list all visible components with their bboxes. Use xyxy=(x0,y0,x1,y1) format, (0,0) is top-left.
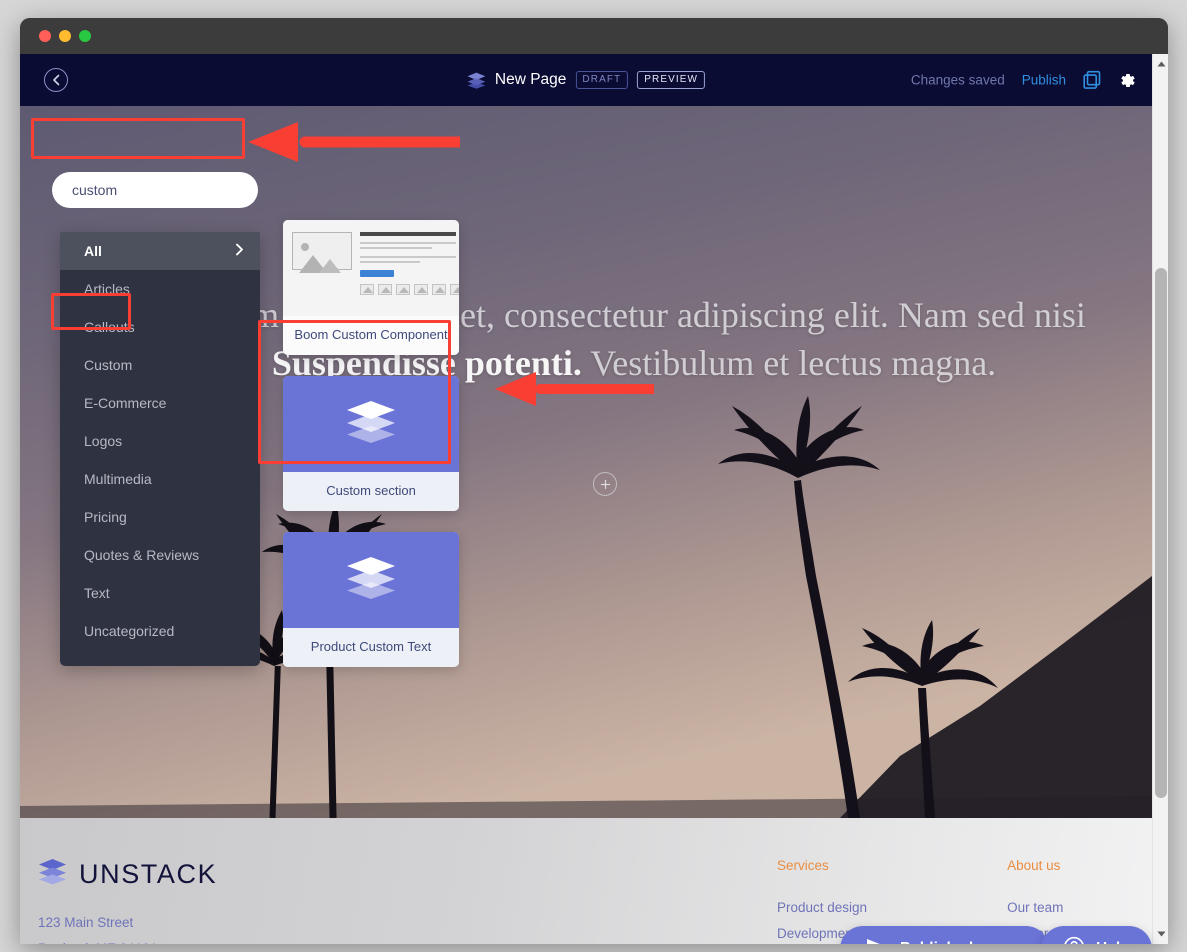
component-card-custom-section[interactable]: Custom section xyxy=(283,376,459,511)
sidebar-item-pricing[interactable]: Pricing xyxy=(60,498,260,536)
layers-icon xyxy=(38,858,67,890)
hero-text-part-3: Vestibulum et lectus magna. xyxy=(581,343,997,383)
wireframe-thumb xyxy=(378,284,392,295)
footer-column-heading: Services xyxy=(777,858,829,873)
wireframe-thumb xyxy=(360,284,374,295)
sidebar-item-callouts[interactable]: Callouts xyxy=(60,308,260,346)
sidebar-item-uncategorized[interactable]: Uncategorized xyxy=(60,612,260,650)
editor-topbar: New Page DRAFT PREVIEW Changes saved Pub… xyxy=(20,54,1152,106)
wireframe-thumb xyxy=(396,284,410,295)
help-button[interactable]: Help xyxy=(1041,926,1152,944)
topbar-actions: Changes saved Publish xyxy=(910,70,1136,90)
plus-icon xyxy=(600,479,610,489)
sidebar-item-ecommerce[interactable]: E-Commerce xyxy=(60,384,260,422)
page-title-group: New Page DRAFT PREVIEW xyxy=(467,71,706,89)
category-label: Custom xyxy=(84,357,133,373)
component-card-list: Boom Custom Component Custom section Pro… xyxy=(283,220,459,688)
category-label: Uncategorized xyxy=(84,623,175,639)
wireframe-button xyxy=(360,270,394,277)
wireframe-text-line xyxy=(360,261,420,263)
browser-window: New Page DRAFT PREVIEW Changes saved Pub… xyxy=(20,18,1168,944)
wireframe-thumb xyxy=(450,284,459,295)
category-label: Multimedia xyxy=(84,471,152,487)
page-title: New Page xyxy=(494,71,567,88)
sidebar-item-quotes-reviews[interactable]: Quotes & Reviews xyxy=(60,536,260,574)
preview-badge[interactable]: PREVIEW xyxy=(637,71,706,89)
wireframe-sun xyxy=(301,243,309,251)
publish-changes-label: Publish changes xyxy=(900,940,1023,944)
vertical-scrollbar[interactable] xyxy=(1152,54,1168,944)
add-section-button[interactable] xyxy=(593,472,617,496)
layers-icon xyxy=(345,555,397,606)
category-label: Quotes & Reviews xyxy=(84,547,200,563)
sidebar-item-articles[interactable]: Articles xyxy=(60,270,260,308)
triangle-down-icon xyxy=(1157,931,1165,937)
help-label: Help xyxy=(1096,940,1130,944)
footer-link[interactable]: Our team xyxy=(1007,895,1063,921)
component-card-label: Custom section xyxy=(283,472,459,511)
wireframe-text-line xyxy=(360,242,456,244)
app-viewport: New Page DRAFT PREVIEW Changes saved Pub… xyxy=(20,54,1168,944)
wireframe-heading xyxy=(360,232,456,236)
component-thumbnail xyxy=(283,376,459,472)
send-icon xyxy=(866,938,887,944)
gear-icon[interactable] xyxy=(1118,71,1136,89)
sidebar-item-custom[interactable]: Custom xyxy=(60,346,260,384)
wireframe-thumb-row xyxy=(360,284,459,295)
wireframe-image-placeholder xyxy=(292,232,352,273)
triangle-up-icon xyxy=(1157,61,1165,67)
sidebar-item-text[interactable]: Text xyxy=(60,574,260,612)
category-label: E-Commerce xyxy=(84,395,167,411)
footer-column-heading: About us xyxy=(1007,858,1061,873)
layers-icon xyxy=(467,72,486,89)
wireframe-preview xyxy=(290,226,459,310)
component-card-label: Product Custom Text xyxy=(283,628,459,667)
component-card-label: Boom Custom Component xyxy=(283,316,459,355)
scroll-up-button[interactable] xyxy=(1153,56,1168,72)
sidebar-item-multimedia[interactable]: Multimedia xyxy=(60,460,260,498)
back-button[interactable] xyxy=(44,68,68,92)
scroll-down-button[interactable] xyxy=(1153,926,1168,942)
publish-link[interactable]: Publish xyxy=(1022,73,1066,88)
footer-brand-name: UNSTACK xyxy=(79,858,218,889)
maximize-window-button[interactable] xyxy=(79,30,91,42)
component-thumbnail xyxy=(283,532,459,628)
wireframe-text-line xyxy=(360,247,432,249)
question-circle-icon xyxy=(1063,936,1085,944)
component-card-product-custom-text[interactable]: Product Custom Text xyxy=(283,532,459,667)
sidebar-item-logos[interactable]: Logos xyxy=(60,422,260,460)
changes-saved-text: Changes saved xyxy=(910,72,1005,88)
chevron-left-icon xyxy=(52,74,59,86)
component-category-list: All Articles Callouts Custom E-Commerce … xyxy=(60,232,260,666)
category-label: Text xyxy=(84,585,110,601)
sidebar-item-all[interactable]: All xyxy=(60,232,260,270)
component-thumbnail xyxy=(283,220,459,316)
traffic-lights xyxy=(39,30,91,42)
status-badge: DRAFT xyxy=(575,71,629,89)
component-card-boom-custom-component[interactable]: Boom Custom Component xyxy=(283,220,459,355)
window-titlebar xyxy=(20,18,1168,54)
wireframe-thumb xyxy=(432,284,446,295)
wireframe-text-line xyxy=(360,256,456,258)
search-input[interactable] xyxy=(52,172,258,208)
close-window-button[interactable] xyxy=(39,30,51,42)
category-label: Pricing xyxy=(84,509,127,525)
layers-icon xyxy=(345,399,397,450)
chevron-right-icon xyxy=(235,243,244,259)
copy-icon[interactable] xyxy=(1083,70,1101,90)
wireframe-mountain-2 xyxy=(319,259,341,273)
wireframe-thumb xyxy=(414,284,428,295)
category-label: All xyxy=(84,243,102,259)
category-label: Logos xyxy=(84,433,123,449)
publish-changes-button[interactable]: Publish changes xyxy=(840,926,1050,944)
component-search-wrapper xyxy=(52,172,258,208)
screen-root: New Page DRAFT PREVIEW Changes saved Pub… xyxy=(0,0,1187,952)
scrollbar-thumb[interactable] xyxy=(1155,268,1167,798)
footer-link[interactable]: Product design xyxy=(777,895,867,921)
category-label: Callouts xyxy=(84,319,135,335)
minimize-window-button[interactable] xyxy=(59,30,71,42)
category-label: Articles xyxy=(84,281,130,297)
